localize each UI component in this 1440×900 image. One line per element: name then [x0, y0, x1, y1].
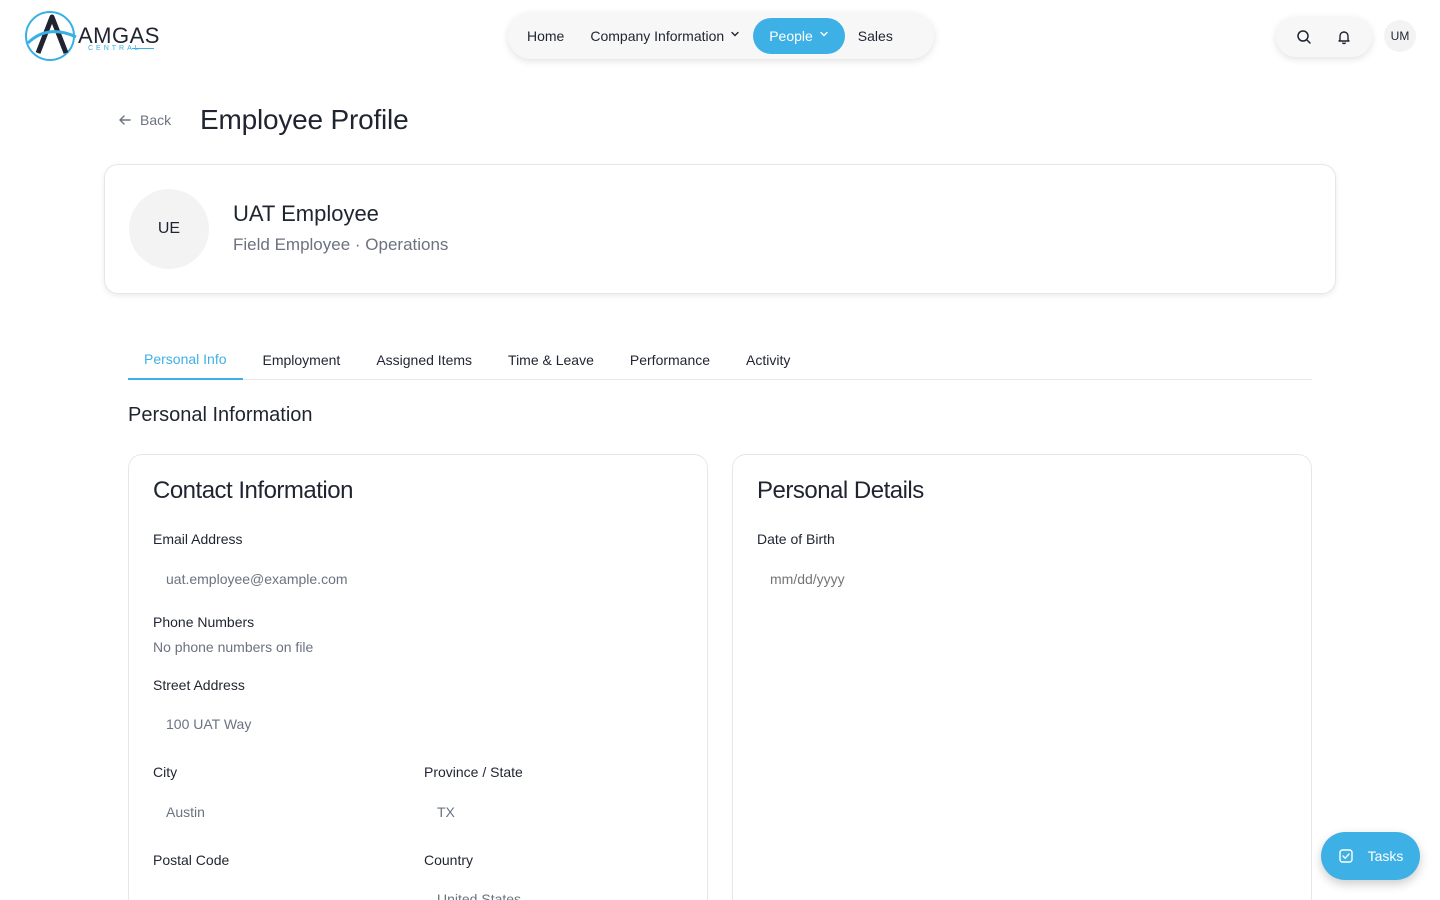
- arrow-left-icon: [119, 115, 131, 125]
- employee-name: UAT Employee: [233, 201, 379, 226]
- dob-field[interactable]: [757, 561, 1287, 597]
- back-link[interactable]: Back: [118, 112, 171, 128]
- logo-mark-icon: [25, 11, 77, 61]
- tab-activity[interactable]: Activity: [730, 340, 806, 380]
- tab-employment[interactable]: Employment: [247, 340, 357, 380]
- back-label: Back: [140, 112, 172, 128]
- nav-people-label: People: [769, 28, 813, 44]
- nav-home-label: Home: [527, 28, 565, 44]
- email-field[interactable]: [153, 561, 683, 597]
- avatar: UE: [129, 189, 209, 269]
- street-field[interactable]: [153, 706, 683, 742]
- top-nav: Home Company Information People Sales: [508, 13, 934, 59]
- country-label: Country: [424, 852, 474, 868]
- nav-company-information[interactable]: Company Information: [577, 18, 753, 54]
- email-label: Email Address: [153, 531, 243, 547]
- header-actions: [1276, 17, 1372, 57]
- personal-details-card: Personal Details Date of Birth: [732, 454, 1312, 900]
- city-field[interactable]: [153, 794, 403, 830]
- profile-tabs: Personal Info Employment Assigned Items …: [128, 340, 1312, 380]
- tab-performance[interactable]: Performance: [614, 340, 726, 380]
- tasks-button[interactable]: Tasks: [1321, 832, 1420, 880]
- profile-card: UE UAT Employee Field Employee · Operati…: [104, 164, 1336, 294]
- postal-label: Postal Code: [153, 852, 230, 868]
- employee-role: Field Employee · Operations: [233, 235, 449, 254]
- page-title: Employee Profile: [200, 104, 409, 135]
- nav-people[interactable]: People: [753, 18, 845, 54]
- country-field[interactable]: [424, 881, 683, 900]
- checkbox-icon: [1338, 849, 1353, 863]
- tab-time-leave[interactable]: Time & Leave: [492, 340, 610, 380]
- card-title: Contact Information: [153, 477, 353, 504]
- nav-home[interactable]: Home: [514, 18, 577, 54]
- bell-icon[interactable]: [1330, 23, 1358, 51]
- search-icon[interactable]: [1290, 23, 1318, 51]
- brand-rule: [132, 48, 154, 49]
- chevron-down-icon: [730, 29, 740, 42]
- nav-sales[interactable]: Sales: [845, 18, 906, 54]
- tab-assigned-items[interactable]: Assigned Items: [360, 340, 488, 380]
- chevron-down-icon: [819, 29, 829, 42]
- tasks-label: Tasks: [1367, 848, 1404, 864]
- contact-information-card: Contact Information Email Address Phone …: [128, 454, 708, 900]
- province-field[interactable]: [424, 794, 683, 830]
- phone-label: Phone Numbers: [153, 614, 255, 630]
- nav-company-information-label: Company Information: [590, 28, 725, 44]
- street-label: Street Address: [153, 677, 245, 693]
- nav-sales-label: Sales: [857, 28, 893, 44]
- card-title: Personal Details: [757, 477, 924, 504]
- phone-empty-note: No phone numbers on file: [153, 639, 314, 655]
- postal-field[interactable]: [153, 882, 403, 900]
- dob-label: Date of Birth: [757, 531, 835, 547]
- user-avatar[interactable]: UM: [1384, 20, 1416, 52]
- province-label: Province / State: [424, 764, 523, 780]
- city-label: City: [153, 764, 178, 780]
- tab-personal-info[interactable]: Personal Info: [128, 340, 243, 380]
- amgas-logo[interactable]: AMGAS CENTRAL: [24, 9, 159, 65]
- section-title: Personal Information: [128, 404, 313, 426]
